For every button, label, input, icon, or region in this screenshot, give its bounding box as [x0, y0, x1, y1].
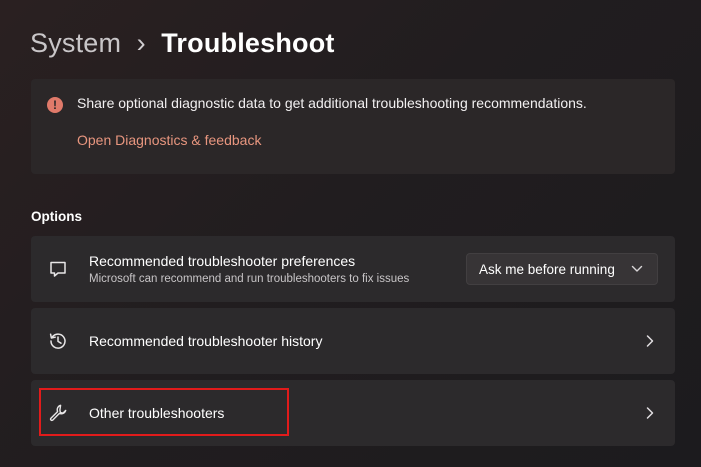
banner-message: Share optional diagnostic data to get ad… — [77, 95, 587, 111]
chevron-down-icon — [631, 265, 643, 272]
chevron-right-icon — [646, 407, 654, 419]
other-troubleshooters-title: Other troubleshooters — [89, 405, 225, 421]
wrench-icon — [49, 404, 67, 422]
breadcrumb-system-link[interactable]: System — [30, 28, 121, 59]
preferences-title: Recommended troubleshooter preferences — [89, 253, 356, 269]
preferences-subtitle: Microsoft can recommend and run troubles… — [89, 273, 410, 285]
breadcrumb: System › Troubleshoot — [30, 24, 335, 62]
page-title: Troubleshoot — [161, 27, 335, 58]
history-title: Recommended troubleshooter history — [89, 333, 323, 349]
recommended-preferences-card: Recommended troubleshooter preferences M… — [31, 236, 675, 302]
diagnostic-banner: ! Share optional diagnostic data to get … — [31, 79, 675, 174]
breadcrumb-separator: › — [136, 27, 146, 58]
troubleshooter-history-card[interactable]: Recommended troubleshooter history — [31, 308, 675, 374]
open-diagnostics-link[interactable]: Open Diagnostics & feedback — [77, 132, 261, 148]
chevron-right-icon — [646, 335, 654, 347]
info-icon: ! — [47, 97, 63, 113]
options-section-title: Options — [31, 209, 82, 224]
other-troubleshooters-card[interactable]: Other troubleshooters — [31, 380, 675, 446]
chat-bubble-icon — [50, 261, 66, 277]
history-icon — [49, 333, 66, 349]
dropdown-selected-value: Ask me before running — [479, 262, 615, 277]
preferences-dropdown[interactable]: Ask me before running — [466, 253, 658, 285]
